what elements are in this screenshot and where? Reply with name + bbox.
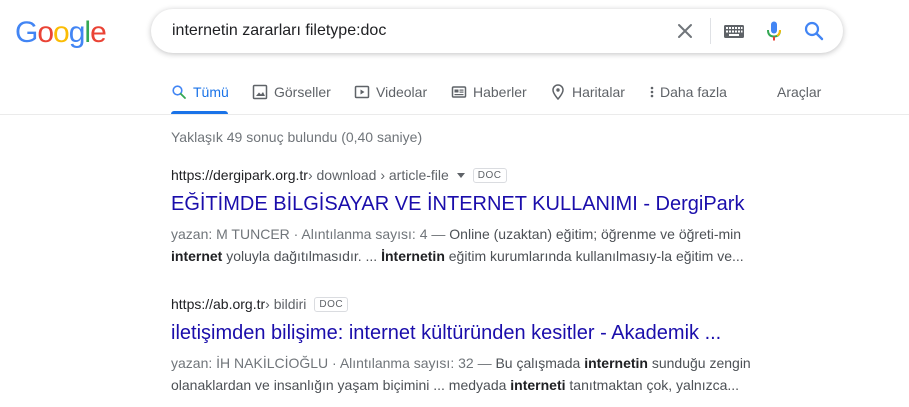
result-snippet: yazan: İH NAKİLCİOĞLU · Alıntılanma sayı… [171,352,771,396]
search-input[interactable] [172,9,652,53]
tab-maps[interactable]: Haritalar [550,74,625,114]
image-icon [252,84,268,100]
tab-images-label: Görseller [274,84,331,100]
search-button[interactable] [802,19,826,43]
result-meta: yazan: M TUNCER · Alıntılanma sayısı: 4 … [171,226,450,242]
logo-letter-g: g [69,16,85,48]
search-divider [710,18,711,44]
tab-all[interactable]: Tümü [171,74,229,114]
snippet-highlight: internet [171,248,223,264]
snippet-text: eğitim kurumlarında kullanılmasıy-la eği… [444,248,744,264]
search-result: https://ab.org.tr › bildiri DOC iletişim… [171,295,771,396]
microphone-icon [767,21,781,41]
tools-label: Araçlar [777,84,822,100]
snippet-highlight: interneti [510,377,566,393]
tab-more-label: Daha fazla [660,84,727,100]
result-domain: https://ab.org.tr [171,296,266,312]
logo-letter-G: G [15,16,37,48]
snippet-text: Bu çalışmada [495,355,585,371]
result-meta: yazan: İH NAKİLCİOĞLU · Alıntılanma sayı… [171,355,496,371]
file-type-badge: DOC [472,167,507,183]
search-tabs: Tümü Görseller Videolar Haberler Harital… [0,74,909,114]
keyboard-button[interactable] [722,21,746,45]
result-title-link[interactable]: EĞİTİMDE BİLGİSAYAR VE İNTERNET KULLANIM… [171,191,771,217]
snippet-text: yoluyla dağıtılmasıdır. ... [222,248,382,264]
logo-letter-o2: o [53,16,69,48]
result-cite[interactable]: https://dergipark.org.tr › download › ar… [171,166,771,184]
result-cite[interactable]: https://ab.org.tr › bildiri DOC [171,295,771,313]
caret-down-icon[interactable] [456,172,465,178]
tab-news[interactable]: Haberler [451,74,527,114]
logo-letter-o1: o [37,16,53,48]
tab-all-label: Tümü [193,84,229,100]
more-vert-icon [650,86,654,98]
snippet-text: tanıtmaktan çok, yalnızca... [565,377,740,393]
result-domain: https://dergipark.org.tr [171,167,308,183]
search-icon [804,21,824,41]
logo-letter-e: e [90,16,106,48]
keyboard-icon [724,25,744,38]
google-logo-image: Google [15,16,107,49]
close-icon [678,24,692,38]
map-pin-icon [552,84,564,100]
search-box[interactable] [151,9,843,53]
tab-news-label: Haberler [473,84,527,100]
news-icon [451,86,467,98]
tools-button[interactable]: Araçlar [777,74,821,114]
snippet-highlight: İnternetin [381,248,445,264]
google-logo[interactable]: Google [15,16,107,49]
result-snippet: yazan: M TUNCER · Alıntılanma sayısı: 4 … [171,223,771,267]
result-stats: Yaklaşık 49 sonuç bulundu (0,40 saniye) [171,129,423,145]
snippet-text: sunduğu zengin [647,355,751,371]
svg-text:Google: Google [15,16,106,48]
tab-images[interactable]: Görseller [252,74,331,114]
tab-more[interactable]: Daha fazla [648,74,727,114]
video-icon [354,85,370,99]
search-result: https://dergipark.org.tr › download › ar… [171,166,771,267]
voice-search-button[interactable] [762,19,786,43]
result-path: › bildiri [265,296,307,312]
snippet-text: Online (uzaktan) eğitim; öğrenme ve öğre… [449,226,742,242]
tab-videos[interactable]: Videolar [354,74,427,114]
clear-search-button[interactable] [673,19,697,43]
snippet-text: olanaklardan ve insanlığın yaşam biçimin… [171,377,511,393]
search-icon [172,85,186,99]
tabs-divider [0,114,909,115]
snippet-highlight: internetin [584,355,648,371]
tab-maps-label: Haritalar [572,84,625,100]
tab-videos-label: Videolar [376,84,428,100]
file-type-badge: DOC [314,296,349,312]
result-path: › download › article-file [307,167,449,183]
result-title-link[interactable]: iletişimden bilişime: internet kültüründ… [171,320,771,346]
